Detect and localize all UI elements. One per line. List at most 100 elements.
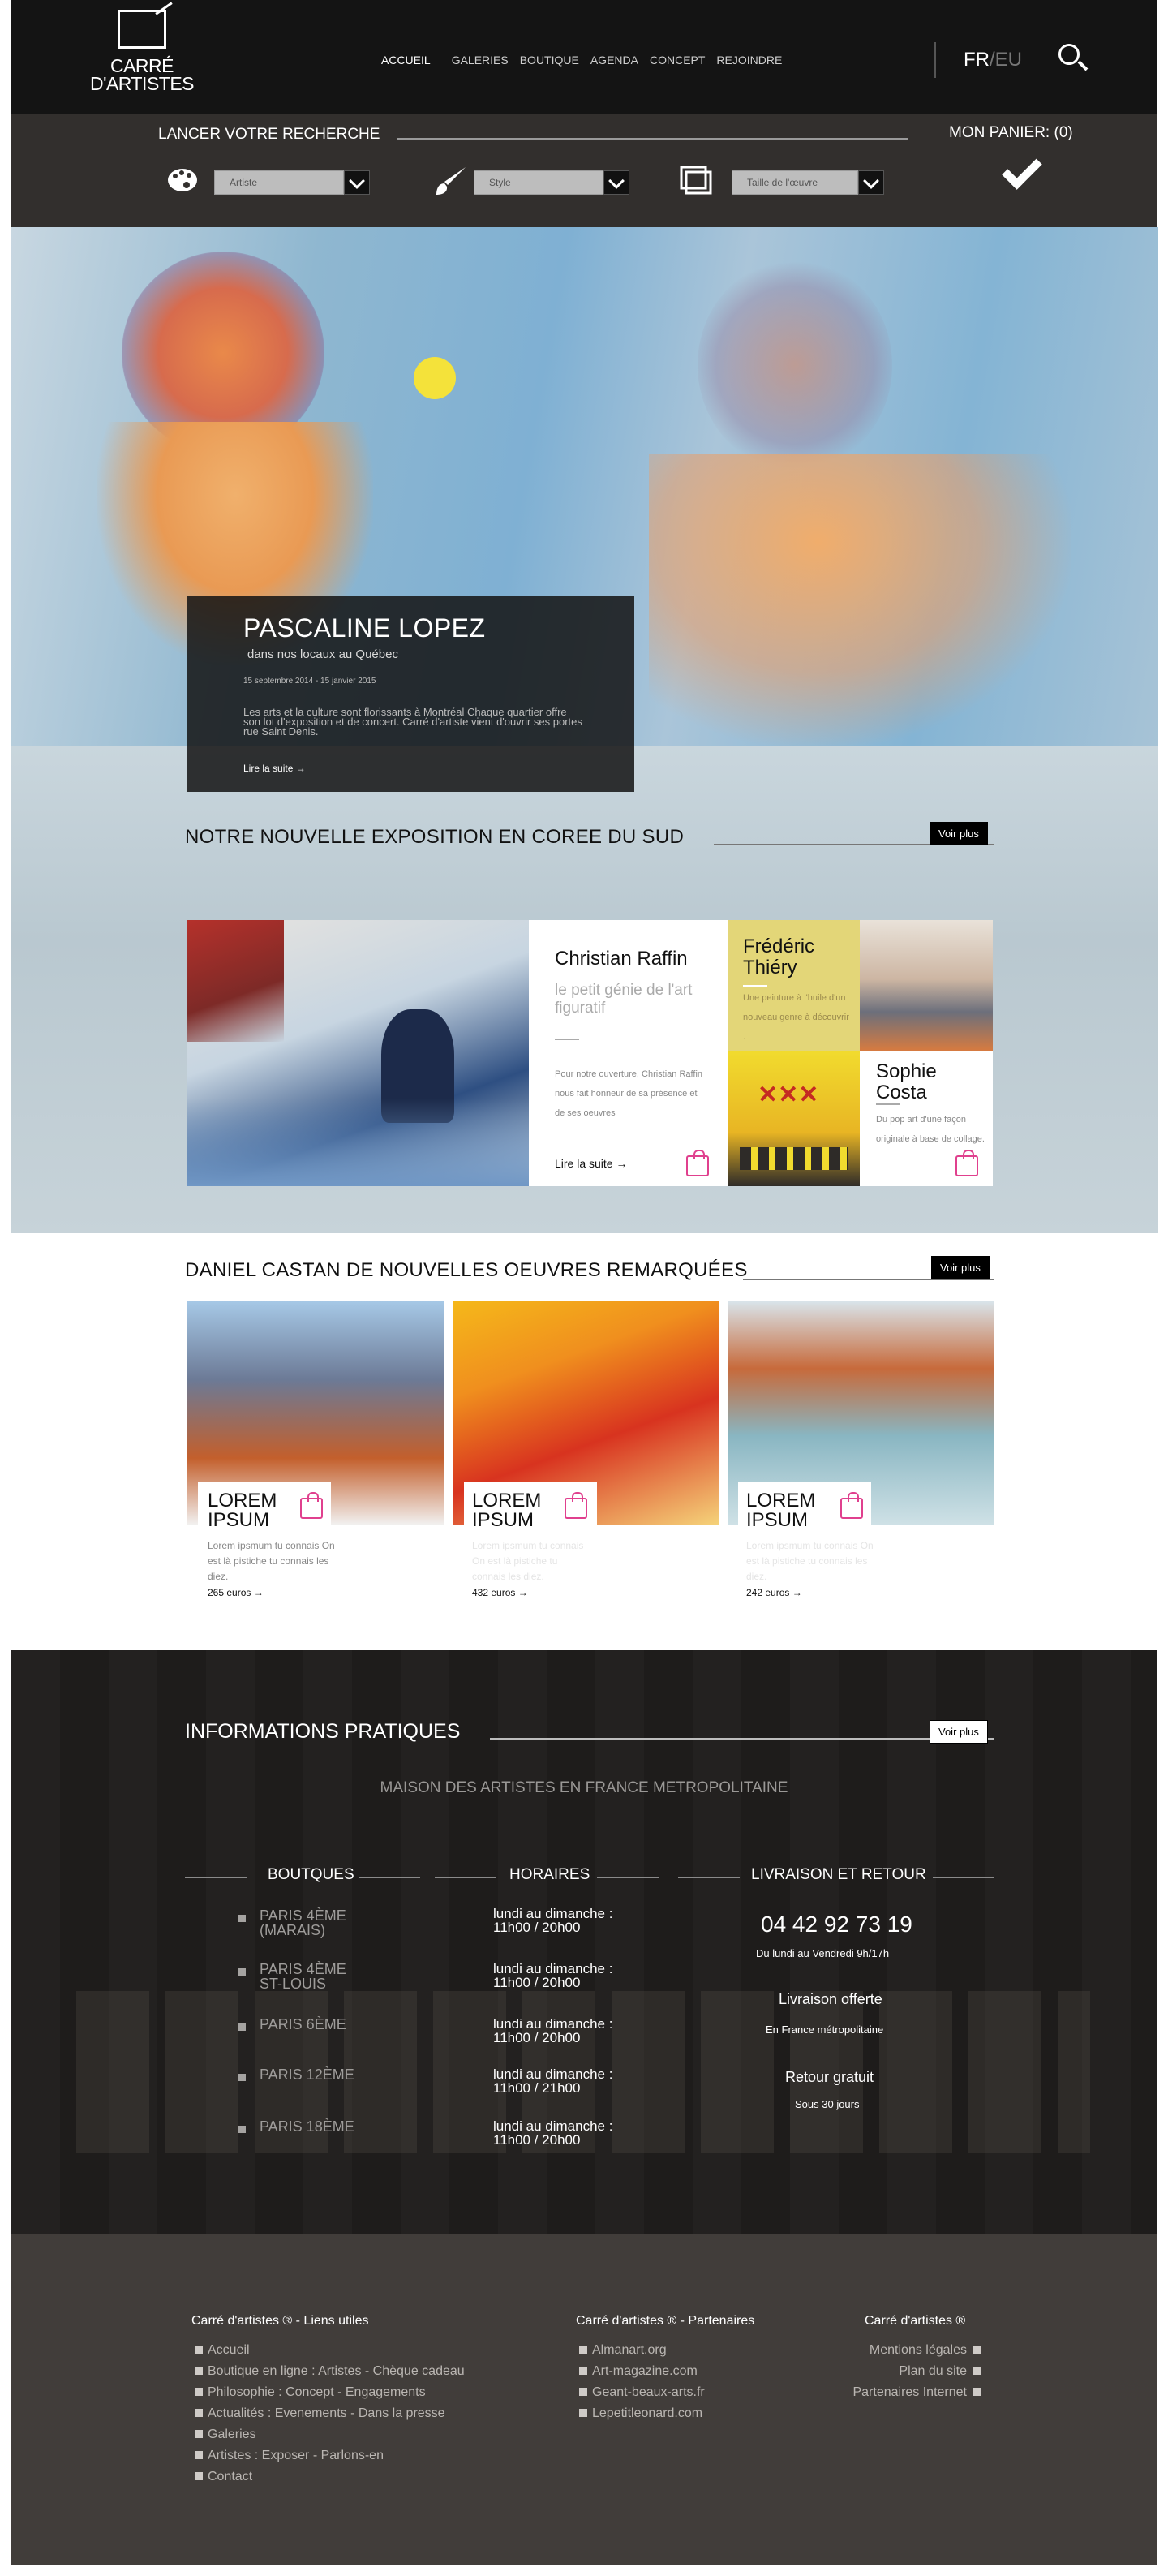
hours-2: lundi au dimanche : 11h00 / 20h00 [493, 1961, 613, 1990]
footer-link-lepetitleonard[interactable]: Lepetitleonard.com [579, 2403, 705, 2424]
style-filter-chevron-down-icon[interactable] [603, 170, 629, 195]
return-title: Retour gratuit [785, 2069, 874, 2085]
artist-filter-chevron-down-icon[interactable] [344, 170, 370, 195]
shop-paris-6[interactable]: PARIS 6ème [260, 2017, 346, 2032]
lang-separator: / [990, 49, 995, 71]
cart-link[interactable]: MON PANIER: (0) [949, 124, 1073, 142]
footer-link-almanart[interactable]: Almanart.org [579, 2340, 705, 2361]
works-title: DANIEL CASTAN DE NOUVELLES OEUVRES REMAR… [185, 1259, 748, 1281]
works-more-button[interactable]: Voir plus [931, 1256, 990, 1279]
work-1-price-link[interactable]: 265 euros → [208, 1587, 264, 1598]
header-divider [934, 42, 936, 78]
raffin-name: Christian Raffin [555, 948, 688, 970]
style-filter[interactable]: Style [474, 170, 603, 195]
paint-reflection [187, 1099, 529, 1186]
shop-paris-18[interactable]: PARIS 18ème [260, 2119, 354, 2134]
col3-rule-right [933, 1877, 994, 1878]
search-icon[interactable] [1058, 44, 1080, 65]
nav-concept[interactable]: CONCEPT [650, 54, 705, 67]
footer-link-plan[interactable]: Plan du site [795, 2361, 981, 2382]
arrow-right-icon: → [295, 763, 306, 774]
hours-1: lundi au dimanche : 11h00 / 20h00 [493, 1906, 613, 1935]
city-painting[interactable] [860, 920, 993, 1051]
palette-icon [167, 167, 198, 198]
shop-bullet [238, 1915, 246, 1922]
phone-number[interactable]: 04 42 92 73 19 [761, 1912, 912, 1937]
footer-link-galeries[interactable]: Galeries [195, 2424, 465, 2445]
hero-body: Les arts et la culture sont florissants … [243, 706, 582, 738]
work-3-price: 242 euros [746, 1587, 790, 1598]
thiery-divider [743, 985, 767, 987]
footer-link-geant-beaux-arts[interactable]: Geant-beaux-arts.fr [579, 2382, 705, 2403]
hero-figure2-head [698, 260, 892, 471]
shopping-bag-icon[interactable] [955, 1150, 978, 1176]
nav-accueil[interactable]: ACCUEIL [381, 54, 431, 67]
shopping-bag-icon[interactable] [686, 1150, 709, 1176]
logo-line1: CARRÉ [110, 55, 174, 76]
raffin-tagline: le petit génie de l'art figuratif [555, 982, 693, 1017]
shop-paris-12[interactable]: PARIS 12ème [260, 2067, 354, 2082]
costa-body: Du pop art d'une façon originale à base … [876, 1115, 985, 1144]
nav-galeries[interactable]: GALERIES [452, 54, 509, 67]
footer-link-boutique[interactable]: Boutique en ligne : Artistes - Chèque ca… [195, 2361, 465, 2382]
delivery-sub: En France métropolitaine [766, 2023, 884, 2036]
expo-more-button[interactable]: Voir plus [930, 822, 988, 845]
footer-link-partenaires[interactable]: Partenaires Internet [795, 2382, 981, 2403]
footer-col3-title: Carré d'artistes ® [865, 2314, 966, 2328]
shop-bullet [238, 1968, 246, 1976]
search-title: LANCER VOTRE RECHERCHE [158, 126, 380, 143]
hero-flower [414, 357, 456, 399]
work-3-price-link[interactable]: 242 euros → [746, 1587, 802, 1598]
col3-heading: LIVRAISON ET RETOUR [751, 1866, 926, 1883]
work-1-price: 265 euros [208, 1587, 251, 1598]
size-filter[interactable]: Taille de l'œuvre [732, 170, 858, 195]
shop-bullet [238, 2023, 246, 2031]
shop-paris-4-marais[interactable]: PARIS 4ème (Marais) [260, 1908, 357, 1937]
nav-agenda[interactable]: AGENDA [590, 54, 638, 67]
footer-link-philosophie[interactable]: Philosophie : Concept - Engagements [195, 2382, 465, 2403]
hours-3: lundi au dimanche : 11h00 / 20h00 [493, 2016, 613, 2045]
arrow-right-icon: → [517, 1587, 528, 1598]
phone-hours: Du lundi au Vendredi 9h/17h [756, 1947, 890, 1959]
shop-bullet [238, 2126, 246, 2133]
footer-link-accueil[interactable]: Accueil [195, 2340, 465, 2361]
info-more-button[interactable]: Voir plus [930, 1720, 988, 1744]
hero-title: PASCALINE LOPEZ [243, 613, 486, 643]
main-nav: ACCUEIL GALERIES BOUTIQUE AGENDA CONCEPT… [381, 54, 782, 67]
size-filter-chevron-down-icon[interactable] [858, 170, 884, 195]
col3-rule-left [678, 1877, 740, 1878]
hero-read-more-link[interactable]: Lire la suite → [243, 763, 306, 774]
costa-divider [876, 1103, 900, 1105]
info-subtitle: MAISON DES ARTISTES EN FRANCE METROPOLIT… [380, 1779, 788, 1796]
logo-text[interactable]: CARRÉ D'ARTISTES [81, 55, 203, 93]
nav-boutique[interactable]: BOUTIQUE [520, 54, 579, 67]
raffin-painting[interactable] [187, 920, 529, 1186]
arrow-right-icon: → [616, 1157, 628, 1170]
shop-bullet [238, 2074, 246, 2081]
footer-link-actualites[interactable]: Actualités : Evenements - Dans la presse [195, 2403, 465, 2424]
work-2-title: LOREM IPSUM [472, 1490, 542, 1531]
logo-mark[interactable] [118, 10, 166, 49]
work-3-body: Lorem ipsmum tu connais On est là pistic… [746, 1540, 874, 1582]
hero-date: 15 septembre 2014 - 15 janvier 2015 [243, 677, 376, 686]
hours-5: lundi au dimanche : 11h00 / 20h00 [493, 2118, 613, 2148]
delivery-title: Livraison offerte [779, 1991, 882, 2007]
shopping-bag-icon[interactable] [840, 1492, 863, 1519]
nav-rejoindre[interactable]: REJOINDRE [716, 54, 782, 67]
footer-link-mentions[interactable]: Mentions légales [795, 2340, 981, 2361]
work-2-price-link[interactable]: 432 euros → [472, 1587, 528, 1598]
shopping-bag-icon[interactable] [300, 1492, 323, 1519]
footer-link-art-magazine[interactable]: Art-magazine.com [579, 2361, 705, 2382]
raffin-read-more-link[interactable]: Lire la suite → [555, 1157, 627, 1170]
artist-filter[interactable]: Artiste [214, 170, 344, 195]
footer-link-contact[interactable]: Contact [195, 2466, 465, 2488]
cats-painting[interactable]: ✕✕✕ [728, 1051, 860, 1186]
lang-fr[interactable]: FR [964, 49, 990, 71]
col1-rule-right [359, 1877, 420, 1878]
shopping-bag-icon[interactable] [565, 1492, 587, 1519]
lang-eu[interactable]: EU [995, 49, 1022, 71]
shop-paris-4-stlouis[interactable]: PARIS 4ème St-Louis [260, 1962, 357, 1991]
hero-figure2-body [649, 454, 1071, 746]
footer-link-artistes[interactable]: Artistes : Exposer - Parlons-en [195, 2445, 465, 2466]
col1-heading: BOUTQUES [268, 1866, 354, 1883]
